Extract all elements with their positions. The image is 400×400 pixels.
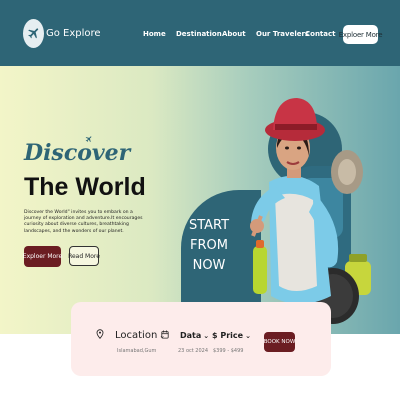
nav-about[interactable]: About [222, 30, 246, 38]
traveler-illustration [250, 98, 371, 324]
price-label: $ Price [212, 331, 244, 340]
calendar-icon [161, 330, 169, 339]
site-header: Go Explore Home Destination About Our Tr… [0, 0, 400, 66]
now-line: NOW [192, 258, 226, 273]
chevron-down-icon: ⌄ [203, 332, 210, 340]
explore-more-button[interactable]: Exploer More [23, 246, 62, 267]
location-pin-icon [96, 329, 104, 339]
from-line: FROM [190, 238, 228, 253]
start-from-now-text: START FROM NOW [185, 216, 233, 276]
logo[interactable] [23, 19, 44, 48]
location-dropdown[interactable]: Location ⌄ [115, 330, 165, 341]
nav-contact[interactable]: Contact [305, 30, 336, 38]
nav-home[interactable]: Home [143, 30, 166, 38]
hero-title: The World [24, 173, 146, 201]
read-more-button[interactable]: Read More [68, 246, 100, 266]
location-label: Location [115, 330, 158, 341]
hero-description: Discover the World" invites you to embar… [24, 210, 143, 234]
hero-discover-heading: Discover [24, 140, 131, 166]
start-line: START [188, 218, 230, 233]
chevron-down-icon: ⌄ [245, 332, 251, 340]
date-dropdown[interactable]: Data ⌄ [180, 331, 209, 340]
airplane-icon [28, 28, 39, 39]
location-value: Islamabad,Gum [117, 348, 157, 354]
date-label: Data [180, 331, 202, 340]
nav-destination[interactable]: Destination [176, 30, 222, 38]
booking-search-card: Location ⌄ Islamabad,Gum Data ⌄ 23 oct 202… [71, 302, 331, 376]
nav-our-travelers[interactable]: Our Travelers [256, 30, 309, 38]
date-value: 23 oct 2024 [178, 348, 209, 354]
price-dropdown[interactable]: $ Price ⌄ [212, 331, 251, 340]
brand-name: Go Explore [46, 28, 101, 39]
book-now-button[interactable]: BOOK NOW [264, 332, 295, 352]
hero-section: Discover The World Discover the World" i… [0, 66, 400, 334]
header-explore-button[interactable]: Exploer More [339, 25, 383, 44]
price-value: $399 - $499 [213, 348, 244, 354]
